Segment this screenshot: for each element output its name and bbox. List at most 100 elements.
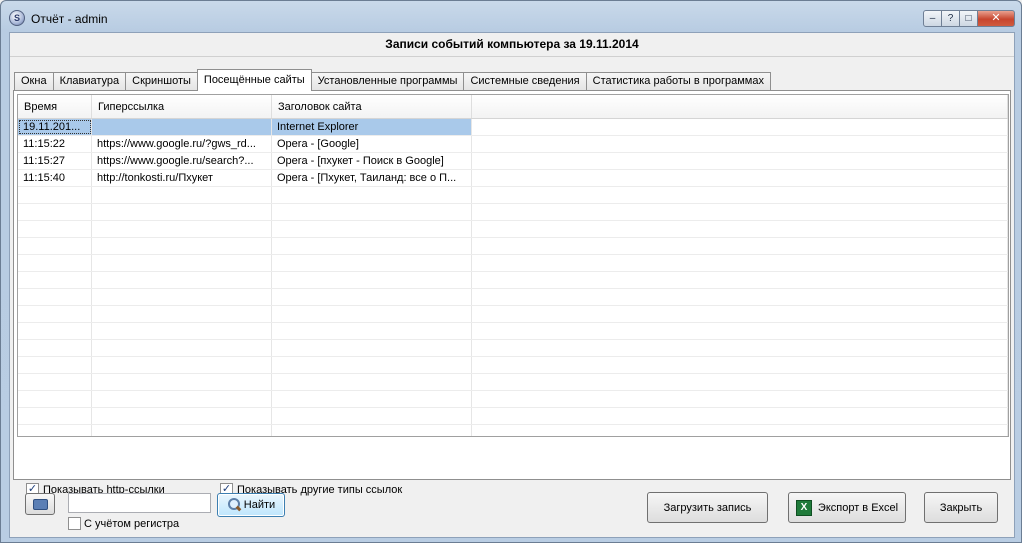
table-row [18, 425, 1008, 436]
table-cell [18, 306, 92, 322]
table-cell [18, 221, 92, 237]
table-row [18, 255, 1008, 272]
table-row [18, 204, 1008, 221]
table-cell [18, 357, 92, 373]
table-cell: 11:15:22 [18, 136, 92, 152]
restore-button[interactable]: □ [959, 10, 978, 27]
table-cell: Opera - [Google] [272, 136, 472, 152]
table-cell [18, 425, 92, 436]
tab-strip: Окна Клавиатура Скриншоты Посещённые сай… [14, 69, 771, 91]
table-cell [472, 357, 1008, 373]
table-row [18, 306, 1008, 323]
table-cell [472, 204, 1008, 220]
find-button[interactable]: Найти [217, 493, 285, 517]
table-cell [472, 323, 1008, 339]
table-row [18, 357, 1008, 374]
table-row [18, 187, 1008, 204]
table-cell [92, 374, 272, 390]
table-cell [92, 119, 272, 135]
report-window: S Отчёт - admin – ? □ ✕ Записи событий к… [0, 0, 1022, 543]
table-cell [92, 255, 272, 271]
table-cell [18, 408, 92, 424]
window-title: Отчёт - admin [31, 12, 108, 26]
table-cell [18, 323, 92, 339]
column-header-hyperlink[interactable]: Гиперссылка [92, 95, 272, 118]
table-cell [92, 272, 272, 288]
column-header-empty [472, 95, 1008, 118]
table-row [18, 408, 1008, 425]
table-cell [272, 306, 472, 322]
tab-installed-programs[interactable]: Установленные программы [310, 72, 465, 91]
report-header: Записи событий компьютера за 19.11.2014 [10, 33, 1014, 57]
tab-system-info[interactable]: Системные сведения [463, 72, 587, 91]
tab-windows[interactable]: Окна [14, 72, 54, 91]
tab-visited-sites[interactable]: Посещённые сайты [196, 69, 312, 91]
table-cell [92, 391, 272, 407]
table-cell [472, 119, 1008, 135]
table-cell [272, 374, 472, 390]
close-window-button[interactable]: ✕ [977, 10, 1015, 27]
tab-screenshots[interactable]: Скриншоты [125, 72, 198, 91]
table-cell: Opera - [пхукет - Поиск в Google] [272, 153, 472, 169]
table-cell [272, 204, 472, 220]
title-bar[interactable]: S Отчёт - admin – ? □ ✕ [1, 1, 1021, 33]
column-header-site-title[interactable]: Заголовок сайта [272, 95, 472, 118]
table-cell [272, 408, 472, 424]
export-excel-button[interactable]: X Экспорт в Excel [788, 492, 906, 523]
table-row [18, 391, 1008, 408]
table-cell: https://www.google.ru/?gws_rd... [92, 136, 272, 152]
close-label: Закрыть [939, 501, 983, 514]
table-cell [272, 238, 472, 254]
column-header-time[interactable]: Время [18, 95, 92, 118]
table-row[interactable]: 11:15:40 http://tonkosti.ru/Пхукет Opera -… [18, 170, 1008, 187]
visited-sites-panel: Время Гиперссылка Заголовок сайта 19.11.… [13, 90, 1011, 496]
case-sensitive-checkbox[interactable] [68, 517, 81, 530]
table-cell [272, 221, 472, 237]
table-cell [92, 357, 272, 373]
table-cell: 11:15:27 [18, 153, 92, 169]
table-row [18, 323, 1008, 340]
table-cell: 19.11.201... [18, 119, 92, 135]
table-cell [272, 340, 472, 356]
table-cell: Internet Explorer [272, 119, 472, 135]
table-cell [472, 425, 1008, 436]
table-cell [472, 306, 1008, 322]
table-row[interactable]: 19.11.201... Internet Explorer [18, 119, 1008, 136]
case-sensitive-option[interactable]: С учётом регистра [68, 517, 179, 530]
table-header: Время Гиперссылка Заголовок сайта [18, 95, 1008, 119]
table-cell [472, 255, 1008, 271]
minimize-button[interactable]: – [923, 10, 942, 27]
export-excel-label: Экспорт в Excel [817, 501, 899, 514]
table-cell [472, 170, 1008, 186]
tab-keyboard[interactable]: Клавиатура [52, 72, 127, 91]
table-cell [18, 204, 92, 220]
table-cell [472, 136, 1008, 152]
table-cell [472, 374, 1008, 390]
table-cell [92, 204, 272, 220]
close-button[interactable]: Закрыть [924, 492, 998, 523]
find-label: Найти [243, 499, 276, 511]
printer-icon [33, 499, 48, 510]
help-button[interactable]: ? [941, 10, 960, 27]
table-row[interactable]: 11:15:27 https://www.google.ru/search?...… [18, 153, 1008, 170]
table-cell [92, 425, 272, 436]
excel-icon: X [795, 499, 812, 516]
table-cell [92, 340, 272, 356]
case-sensitive-label: С учётом регистра [84, 517, 180, 530]
table-cell [92, 187, 272, 203]
table-row[interactable]: 11:15:22 https://www.google.ru/?gws_rd...… [18, 136, 1008, 153]
client-area: Записи событий компьютера за 19.11.2014 … [9, 32, 1015, 538]
load-record-button[interactable]: Загрузить запись [647, 492, 768, 523]
table-cell [472, 289, 1008, 305]
table-cell [18, 340, 92, 356]
tab-program-statistics[interactable]: Статистика работы в программах [585, 72, 771, 91]
table-cell [92, 221, 272, 237]
sites-table[interactable]: Время Гиперссылка Заголовок сайта 19.11.… [17, 94, 1009, 437]
search-input[interactable] [68, 493, 211, 513]
table-cell [272, 391, 472, 407]
print-button[interactable] [25, 493, 55, 515]
table-cell [18, 289, 92, 305]
table-cell [18, 238, 92, 254]
table-cell: 11:15:40 [18, 170, 92, 186]
table-cell [472, 272, 1008, 288]
